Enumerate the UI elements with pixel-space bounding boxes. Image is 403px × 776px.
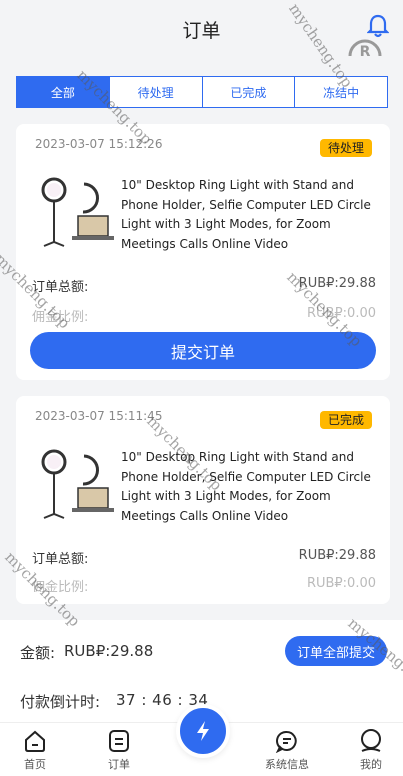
order-total-label: 订单总额: bbox=[32, 280, 89, 295]
order-total-value: RUB₽:29.88 bbox=[298, 548, 376, 563]
submit-order-button[interactable]: 提交订单 bbox=[30, 332, 376, 369]
tab-orders[interactable]: 订单 bbox=[84, 729, 154, 772]
lightning-icon bbox=[197, 721, 209, 741]
product-image bbox=[41, 449, 114, 519]
commission-label: 佣金比例: bbox=[32, 580, 89, 595]
submit-all-orders-button[interactable]: 订单全部提交 bbox=[285, 636, 387, 666]
tab-home[interactable]: 首页 bbox=[0, 729, 70, 772]
order-total-value: RUB₽:29.88 bbox=[298, 276, 376, 291]
tab-mine[interactable]: 我的 bbox=[336, 729, 403, 772]
lightning-action-button[interactable] bbox=[176, 704, 230, 758]
countdown-label: 付款倒计时: bbox=[20, 693, 101, 711]
tab-home-label: 首页 bbox=[24, 758, 46, 771]
home-icon bbox=[25, 730, 45, 752]
tab-completed[interactable]: 已完成 bbox=[203, 77, 296, 107]
status-badge: 待处理 bbox=[319, 139, 372, 157]
svg-text:R: R bbox=[360, 44, 371, 58]
page-title: 订单 bbox=[182, 20, 221, 42]
order-time: 2023-03-07 15:12:26 bbox=[35, 137, 163, 151]
tab-system-messages[interactable]: 系统信息 bbox=[252, 729, 322, 772]
tab-mine-label: 我的 bbox=[360, 758, 382, 771]
orders-icon bbox=[109, 730, 129, 752]
order-status-tabs: 全部 待处理 已完成 冻结中 bbox=[16, 76, 388, 108]
order-total-label: 订单总额: bbox=[32, 552, 89, 567]
user-icon bbox=[361, 729, 381, 752]
registered-logo-icon: R bbox=[348, 39, 382, 58]
tab-orders-label: 订单 bbox=[108, 758, 130, 771]
chat-icon bbox=[275, 730, 297, 753]
header: 订单 R bbox=[0, 0, 403, 58]
order-card: 2023-03-07 15:11:45 已完成 10" Desktop Ring… bbox=[16, 396, 390, 604]
product-title: 10" Desktop Ring Light with Stand and Ph… bbox=[121, 178, 371, 251]
commission-value: RUB₽:0.00 bbox=[306, 306, 376, 321]
status-badge: 已完成 bbox=[319, 411, 372, 429]
amount-label: 金额: bbox=[20, 644, 56, 662]
product-image bbox=[41, 177, 114, 247]
tab-frozen[interactable]: 冻结中 bbox=[295, 77, 387, 107]
order-card: 2023-03-07 15:12:26 待处理 10" Desktop Ring… bbox=[16, 124, 390, 380]
order-time: 2023-03-07 15:11:45 bbox=[35, 409, 163, 423]
tab-pending[interactable]: 待处理 bbox=[110, 77, 203, 107]
commission-label: 佣金比例: bbox=[32, 310, 89, 325]
commission-value: RUB₽:0.00 bbox=[306, 576, 376, 591]
tab-system-messages-label: 系统信息 bbox=[265, 758, 309, 771]
product-title: 10" Desktop Ring Light with Stand and Ph… bbox=[121, 450, 371, 523]
amount-value: RUB₽:29.88 bbox=[64, 642, 154, 660]
tab-all[interactable]: 全部 bbox=[17, 77, 110, 107]
